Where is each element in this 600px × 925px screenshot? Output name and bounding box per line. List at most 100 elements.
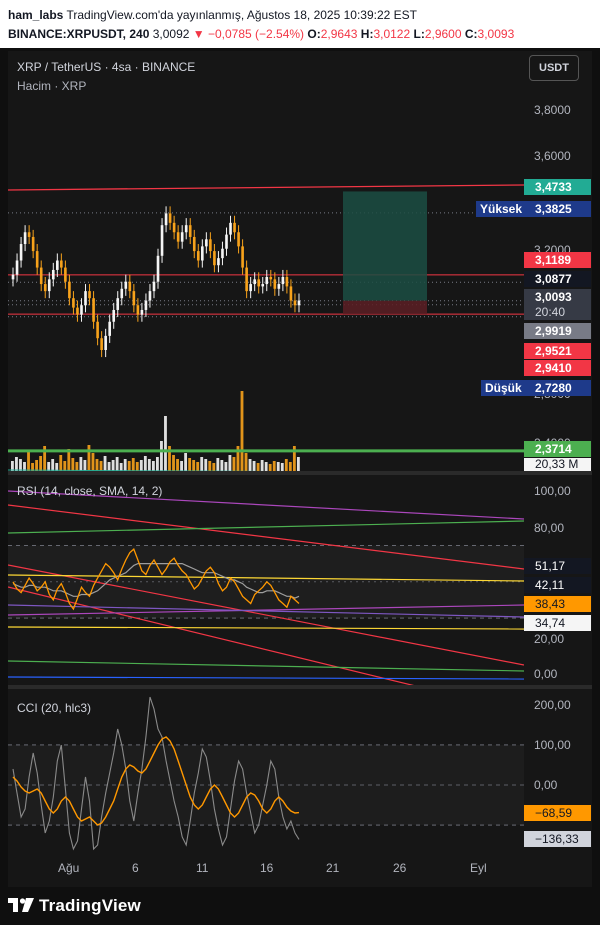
candle-body	[47, 279, 51, 292]
low-marker-label: Düşük	[481, 380, 526, 396]
candle-body	[285, 276, 289, 287]
candle-body	[289, 286, 293, 301]
candle-body	[15, 260, 19, 275]
volume-bar	[131, 458, 135, 471]
cci-axis[interactable]	[524, 689, 592, 853]
rsi-chart[interactable]	[8, 475, 524, 685]
candle-body	[132, 291, 136, 306]
symbol-info: BINANCE:XRPUSDT, 240 3,0092 ▼ −0,0785 (−…	[8, 27, 514, 41]
low-price-label: 2,7280	[524, 380, 591, 396]
candle-body	[265, 276, 269, 285]
level-price-label: 3,0877	[524, 271, 591, 287]
candle-body	[209, 239, 212, 252]
volume-bar	[127, 461, 131, 471]
rsi-tick: 20,00	[534, 632, 565, 646]
volume-bar	[192, 460, 196, 471]
candle-body	[100, 338, 103, 350]
volume-bar	[95, 459, 99, 471]
volume-title: Hacim · XRP	[17, 79, 87, 93]
volume-bar	[123, 459, 127, 471]
candle-body	[261, 284, 265, 287]
price-chart[interactable]	[8, 51, 524, 471]
candle-body	[213, 251, 216, 266]
volume-bar	[11, 461, 14, 471]
volume-bar	[59, 455, 63, 471]
rsi-lower-band-label: 34,74	[524, 615, 591, 631]
candle-body	[176, 232, 180, 242]
candle-body	[152, 281, 156, 292]
candle-body	[184, 225, 188, 233]
candle-body	[217, 258, 220, 266]
candle-body	[253, 279, 256, 285]
candle-body	[233, 222, 236, 233]
volume-bar	[288, 462, 292, 471]
time-tick: Ağu	[58, 861, 80, 875]
rsi-trend-line	[8, 626, 524, 630]
tradingview-logo[interactable]: TradingView	[8, 896, 141, 916]
volume-bar	[260, 460, 264, 471]
open-label: O:	[307, 27, 321, 41]
volume-bar	[115, 457, 119, 471]
volume-bar	[99, 461, 103, 471]
volume-bar	[240, 391, 244, 471]
volume-bar	[204, 459, 208, 471]
time-tick: 11	[196, 861, 209, 875]
candle-body	[51, 269, 55, 280]
rsi-trend-line	[8, 520, 524, 534]
volume-bar	[280, 463, 284, 471]
rsi-trend-line	[8, 676, 524, 680]
volume-bar	[139, 460, 143, 471]
resistance-price-label: 3,1189	[524, 252, 591, 268]
cci-tick: 0,00	[534, 778, 558, 792]
volume-bar	[15, 457, 18, 471]
candle-body	[96, 321, 99, 339]
volume-bar	[87, 445, 91, 471]
volume-bar	[47, 462, 51, 471]
candle-body	[31, 236, 35, 252]
high-price-label: 3,3825	[524, 201, 591, 217]
candle-body	[172, 222, 176, 233]
currency-button[interactable]: USDT	[529, 55, 579, 81]
volume-value-label: 20,33 M	[524, 458, 591, 471]
target-price-label: 3,4733	[524, 179, 591, 195]
candle-body	[201, 246, 204, 261]
high-label: H:	[360, 27, 374, 41]
candle-body	[92, 298, 95, 322]
volume-bar	[184, 453, 188, 471]
candle-body	[39, 267, 43, 285]
volume-bar	[160, 441, 163, 471]
author-name[interactable]: ham_labs	[8, 8, 63, 22]
candle-body	[156, 255, 160, 282]
close-label: C:	[464, 27, 478, 41]
volume-bar	[27, 451, 30, 471]
time-tick: 16	[260, 861, 274, 875]
candle-body	[277, 284, 281, 289]
rsi-trend-line	[8, 660, 524, 672]
candle-body	[64, 267, 67, 282]
candle-body	[27, 232, 31, 237]
candle-body	[192, 236, 196, 252]
candle-body	[68, 281, 71, 299]
cci-tick: 200,00	[534, 698, 571, 712]
publish-info: ham_labs TradingView.com'da yayınlanmış,…	[8, 8, 417, 22]
rsi-tick: 100,00	[534, 484, 571, 498]
volume-bar	[220, 460, 224, 471]
level2-price-label: 2,9919	[524, 323, 591, 339]
volume-bar	[119, 463, 123, 471]
candle-body	[88, 291, 91, 299]
cci-value-label: −136,33	[524, 831, 591, 847]
time-axis[interactable]	[8, 853, 592, 887]
candle-body	[229, 222, 232, 235]
candle-body	[205, 239, 208, 247]
volume-bar	[143, 456, 147, 471]
volume-bar	[147, 459, 151, 471]
volume-bar	[216, 458, 220, 471]
volume-bar	[75, 462, 79, 471]
volume-bar	[51, 459, 55, 471]
candle-body	[136, 305, 140, 315]
volume-bar	[107, 462, 111, 471]
rsi-value-label: 38,43	[524, 596, 591, 612]
high-marker-label: Yüksek	[476, 201, 527, 217]
volume-bar	[103, 456, 107, 471]
volume-bar	[176, 459, 179, 471]
